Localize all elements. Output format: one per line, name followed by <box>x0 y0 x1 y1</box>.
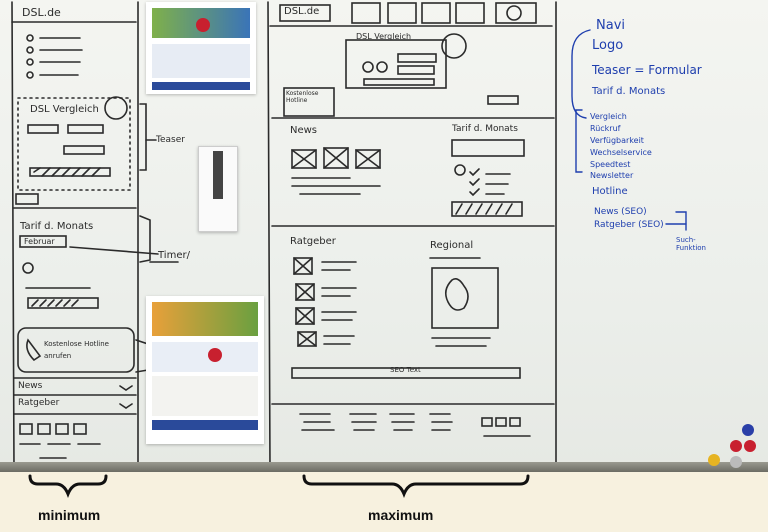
magnet-red-3 <box>730 440 742 452</box>
magnet-grey <box>730 456 742 468</box>
sketch-lines <box>11 1 687 499</box>
note-sub-0: Vergleich <box>590 112 627 121</box>
caption-minimum: minimum <box>38 507 101 523</box>
desktop-tariff-title: Tarif d. Monats <box>452 124 518 134</box>
note-sub-4: Speedtest <box>590 160 631 169</box>
note-sub-1: Rückruf <box>590 124 621 133</box>
note-search: Such-Funktion <box>676 236 706 252</box>
note-seo-news: News (SEO) <box>594 207 647 217</box>
note-hotline: Hotline <box>592 186 628 197</box>
magnet-red-2 <box>208 348 222 362</box>
printout-bottom <box>146 296 264 444</box>
desktop-advisor-title: Ratgeber <box>290 236 336 247</box>
printout-top <box>146 2 256 94</box>
marker-tray <box>0 462 768 472</box>
desktop-regional-title: Regional <box>430 240 474 251</box>
note-sub-5: Newsletter <box>590 171 634 180</box>
desktop-logo: DSL.de <box>284 6 320 17</box>
desktop-hotline-note: Kostenlose Hotline <box>286 90 319 104</box>
mobile-tariff-month: Februar <box>24 237 55 246</box>
caption-maximum: maximum <box>368 507 434 523</box>
mobile-info-text: Kostenlose Hotline anrufen <box>44 340 109 360</box>
mobile-tariff-title: Tarif d. Monats <box>20 221 94 232</box>
teaser-label: Teaser <box>156 135 185 145</box>
magnet-red-4 <box>744 440 756 452</box>
timer-label: Timer/ <box>158 250 190 261</box>
accordion-ratgeber: Ratgeber <box>18 398 60 408</box>
note-tariff: Tarif d. Monats <box>592 86 666 97</box>
desktop-news-title: News <box>290 125 318 136</box>
magnet-blue <box>742 424 754 436</box>
magnet-yellow <box>708 454 720 466</box>
desktop-seo-text: SEO Text <box>390 366 421 374</box>
mobile-logo: DSL.de <box>22 6 61 19</box>
note-logo: Logo <box>592 38 624 53</box>
note-navi: Navi <box>596 18 625 33</box>
mobile-comparison-title: DSL Vergleich <box>30 104 99 115</box>
note-seo-ratgeber: Ratgeber (SEO) <box>594 220 664 230</box>
magnet-red <box>196 18 210 32</box>
note-sub-2: Verfügbarkeit <box>590 136 644 145</box>
accordion-news: News <box>18 381 43 391</box>
note-sub-3: Wechselservice <box>590 148 652 157</box>
desktop-comparison-title: DSL Vergleich <box>356 32 412 41</box>
marker-box <box>198 146 238 232</box>
note-teaser: Teaser = Formular <box>592 63 702 77</box>
